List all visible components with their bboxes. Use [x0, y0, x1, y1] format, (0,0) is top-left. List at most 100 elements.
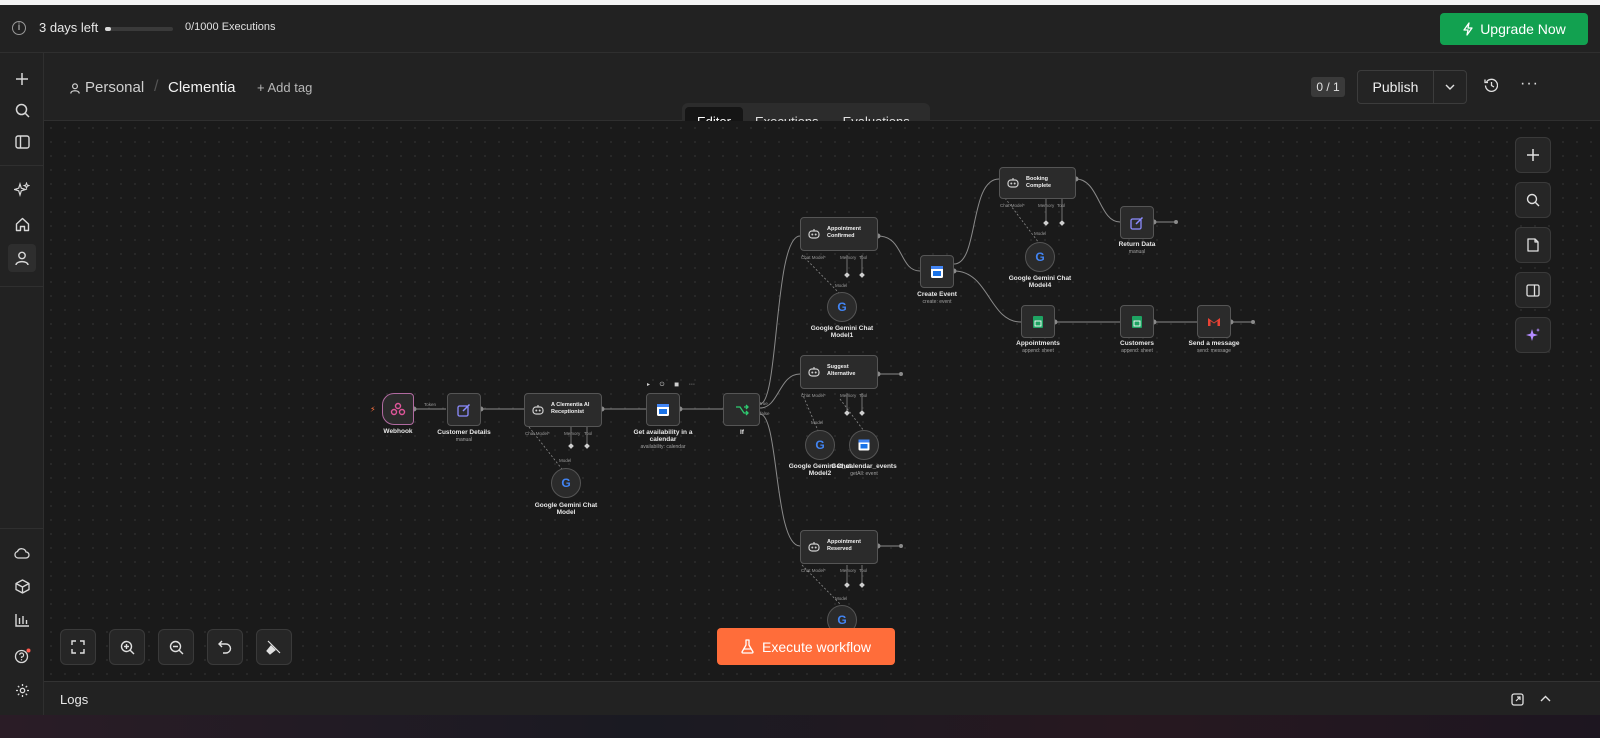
port-chat-model: Chat Model*	[1000, 203, 1025, 208]
customers-label: Customers	[1120, 340, 1154, 347]
port-model: Model	[835, 283, 848, 288]
breadcrumb-project[interactable]: Personal	[85, 79, 144, 96]
bar-chart-icon	[14, 614, 29, 627]
gemini-model4-line2: Model4	[1028, 282, 1052, 289]
robot-icon	[808, 542, 820, 552]
workflow-title[interactable]: Clementia	[168, 79, 236, 96]
gemini-model2-node[interactable]: G	[805, 430, 835, 460]
version-badge[interactable]: 0 / 1	[1311, 77, 1345, 97]
sticky-note-button[interactable]	[1515, 227, 1551, 263]
breadcrumb-separator: /	[154, 78, 159, 95]
gemini-model4-node[interactable]: G	[1025, 242, 1055, 272]
add-tag-button[interactable]: + Add tag	[257, 80, 312, 95]
create-event-node[interactable]	[920, 255, 954, 288]
receptionist-title-line2: Receptionist	[551, 409, 585, 415]
sidebar-divider	[0, 528, 44, 529]
port-chat-model: Chat Model*	[801, 393, 826, 398]
undo-button[interactable]	[207, 629, 243, 665]
node-hover-toolbar[interactable]: ▸ ⏻ ◼ ⋯	[647, 381, 699, 389]
calendar-events-label: Get_calendar_events	[831, 463, 897, 470]
robot-icon	[532, 405, 544, 415]
webhook-node[interactable]	[382, 393, 414, 425]
sheets-icon	[1132, 315, 1142, 328]
settings-button[interactable]	[8, 676, 36, 704]
zoom-out-button[interactable]	[158, 629, 194, 665]
if-node[interactable]	[723, 393, 760, 426]
tidy-up-button[interactable]	[256, 629, 292, 665]
more-options-button[interactable]: ···	[1520, 75, 1539, 93]
publish-button[interactable]: Publish	[1358, 71, 1434, 103]
confirmed-title-line1: Appointment	[827, 226, 861, 232]
if-false-port: false	[760, 411, 770, 416]
logs-panel[interactable]: Logs	[44, 681, 1600, 715]
pop-out-icon[interactable]	[1511, 693, 1524, 706]
workflow-canvas[interactable]: ⚡ Webhook Token Customer Details manual …	[44, 121, 1600, 681]
port-model: Model	[559, 458, 572, 463]
search-nodes-button[interactable]	[1515, 182, 1551, 218]
execute-workflow-button[interactable]: Execute workflow	[717, 628, 895, 665]
if-true-port: true	[760, 401, 768, 406]
port-memory: Memory	[840, 568, 857, 573]
appointments-sheet-node[interactable]	[1021, 305, 1055, 338]
trial-progress-bar	[105, 27, 173, 31]
create-event-label: Create Event	[917, 291, 957, 298]
publish-options-button[interactable]	[1434, 71, 1466, 103]
fit-view-icon	[71, 640, 85, 654]
customer-details-label: Customer Details	[437, 429, 491, 436]
zoom-in-button[interactable]	[109, 629, 145, 665]
get-availability-node[interactable]	[646, 393, 680, 426]
return-data-label: Return Data	[1118, 241, 1156, 248]
chevron-up-icon[interactable]	[1540, 695, 1551, 702]
fit-view-button[interactable]	[60, 629, 96, 665]
port-model: Model	[1034, 231, 1047, 236]
return-data-node[interactable]	[1120, 206, 1154, 239]
search-button[interactable]	[8, 96, 36, 124]
ai-assistant-button[interactable]	[8, 176, 36, 204]
templates-button[interactable]	[8, 572, 36, 600]
reserved-title-line1: Appointment	[827, 539, 861, 545]
gemini-model-node[interactable]: G	[551, 468, 581, 498]
create-button[interactable]	[8, 65, 36, 93]
upgrade-now-label: Upgrade Now	[1480, 21, 1566, 37]
booking-title-line1: Booking	[1026, 176, 1048, 182]
cloud-icon	[14, 548, 30, 559]
calendar-icon	[858, 439, 870, 451]
webhook-icon	[390, 402, 406, 416]
sparkles-icon	[14, 182, 30, 198]
send-message-node[interactable]	[1197, 305, 1231, 338]
toggle-sidebar-button[interactable]	[8, 128, 36, 156]
home-button[interactable]	[8, 210, 36, 238]
calendar-events-tool-node[interactable]	[849, 430, 879, 460]
sheets-icon	[1033, 315, 1043, 328]
webhook-port-label: Token	[424, 402, 437, 407]
edge-if-reserved	[759, 413, 801, 547]
port-tool: Tool	[584, 431, 593, 436]
zoom-out-icon	[169, 640, 183, 654]
gemini-model1-node[interactable]: G	[827, 292, 857, 322]
insights-button[interactable]	[8, 606, 36, 634]
calendar-icon	[657, 403, 669, 416]
trial-days-left: 3 days left	[39, 20, 99, 35]
toggle-panel-button[interactable]	[1515, 272, 1551, 308]
google-icon: G	[815, 438, 825, 452]
send-message-sub: send: message	[1197, 348, 1231, 354]
appointments-sub: append: sheet	[1022, 348, 1054, 354]
add-node-button[interactable]	[1515, 137, 1551, 173]
search-icon	[15, 103, 30, 118]
ai-builder-button[interactable]	[1515, 317, 1551, 353]
trial-progress-fill	[105, 27, 111, 31]
upgrade-now-button[interactable]: Upgrade Now	[1440, 13, 1588, 45]
customers-sheet-node[interactable]	[1120, 305, 1154, 338]
cloud-button[interactable]	[8, 539, 36, 567]
help-button[interactable]	[8, 642, 36, 670]
port-tool: Tool	[1057, 203, 1066, 208]
edge-confirmed-create	[877, 235, 921, 272]
zoom-in-icon	[120, 640, 134, 654]
help-icon	[14, 648, 30, 664]
trial-banner: i 3 days left 0/1000 Executions Upgrade …	[0, 5, 1600, 53]
personal-button[interactable]	[8, 244, 36, 272]
sparkles-icon	[1526, 328, 1540, 341]
history-button[interactable]	[1484, 78, 1499, 97]
customer-details-node[interactable]	[447, 393, 481, 426]
broom-icon	[266, 640, 281, 655]
